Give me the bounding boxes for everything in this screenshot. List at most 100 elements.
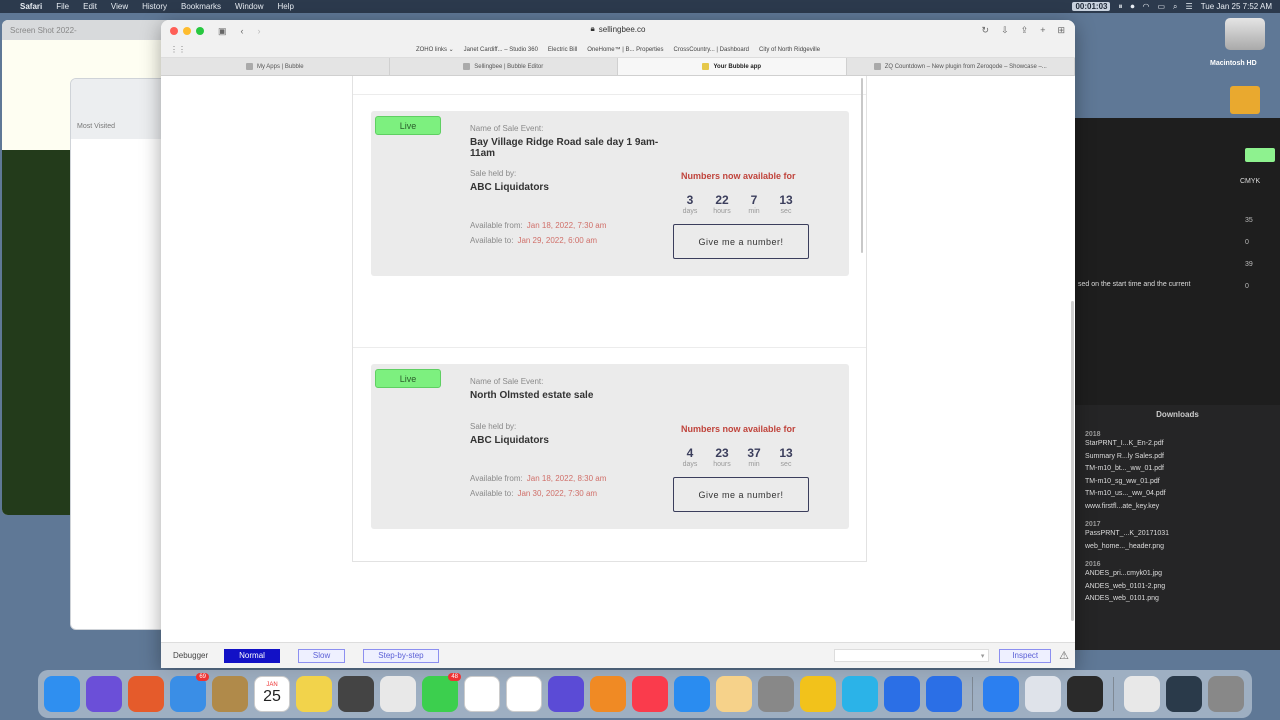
debug-element-select[interactable]: ▾: [834, 649, 990, 662]
finder-window-icon[interactable]: [1025, 676, 1061, 712]
background-browser-window[interactable]: Most Visited: [70, 78, 170, 630]
control-center-icon[interactable]: ☰: [1186, 2, 1193, 11]
folder-icon[interactable]: [1230, 86, 1260, 114]
debug-normal-button[interactable]: Normal: [224, 648, 280, 663]
reload-icon[interactable]: ↻: [982, 25, 990, 36]
hard-drive-icon[interactable]: [1225, 18, 1265, 50]
screenshot-icon[interactable]: [338, 676, 374, 712]
menu-edit[interactable]: Edit: [83, 2, 97, 11]
share-icon[interactable]: ⇪: [1021, 25, 1029, 36]
download-file[interactable]: StarPRNT_I...K_En-2.pdf: [1075, 438, 1280, 451]
tab-label: Your Bubble app: [713, 63, 762, 70]
countdown-value: 3: [686, 193, 694, 207]
menu-clock[interactable]: Tue Jan 25 7:52 AM: [1201, 2, 1272, 11]
music-icon[interactable]: [632, 676, 668, 712]
launchpad-icon[interactable]: [128, 676, 164, 712]
download-file[interactable]: Summary R...ly Sales.pdf: [1075, 451, 1280, 464]
screen-add-icon[interactable]: [926, 676, 962, 712]
favorite-link[interactable]: Janet Cardiff... – Studio 360: [464, 47, 538, 53]
fullscreen-window-icon[interactable]: [196, 27, 204, 35]
tab-overview-icon[interactable]: ⊞: [1057, 25, 1065, 36]
close-window-icon[interactable]: [170, 27, 178, 35]
recording-timer[interactable]: 00:01:03: [1072, 2, 1111, 11]
give-number-button[interactable]: Give me a number!: [673, 224, 809, 259]
download-file[interactable]: TM-m10_sg_ww_01.pdf: [1075, 476, 1280, 489]
notes-icon[interactable]: [296, 676, 332, 712]
download-file[interactable]: ANDES_pri...cmyk01.jpg: [1075, 568, 1280, 581]
event-name: Bay Village Ridge Road sale day 1 9am-11…: [470, 137, 659, 159]
download-file[interactable]: web_home..._header.png: [1075, 541, 1280, 554]
favorite-link[interactable]: CrossCountry... | Dashboard: [674, 47, 749, 53]
new-tab-icon[interactable]: +: [1040, 25, 1045, 36]
events-list-panel: Live Name of Sale Event: Bay Village Rid…: [352, 76, 867, 562]
wifi-icon[interactable]: ◠: [1142, 2, 1149, 11]
photos-icon[interactable]: [380, 676, 416, 712]
tab-my-apps[interactable]: My Apps | Bubble: [161, 58, 390, 75]
zoom-icon[interactable]: [1067, 676, 1103, 712]
contacts-icon[interactable]: [212, 676, 248, 712]
favorite-link[interactable]: ZOHO links ⌄: [416, 46, 454, 53]
pages-icon[interactable]: [716, 676, 752, 712]
download-icon[interactable]: ⇩: [1001, 25, 1009, 36]
document-stack-icon[interactable]: [1124, 676, 1160, 712]
debug-slow-button[interactable]: Slow: [297, 648, 346, 663]
favorite-link[interactable]: OneHome™ | B... Properties: [587, 47, 663, 53]
tab-your-bubble-app[interactable]: Your Bubble app: [618, 58, 847, 75]
pause-icon[interactable]: ⏸: [1118, 2, 1122, 12]
inspect-button[interactable]: Inspect: [999, 648, 1052, 663]
page-scrollbar[interactable]: [1071, 301, 1074, 621]
download-file[interactable]: TM-m10_bt..._ww_01.pdf: [1075, 463, 1280, 476]
finder-icon[interactable]: [44, 676, 80, 712]
downloads-window[interactable]: Downloads 2018 StarPRNT_I...K_En-2.pdf S…: [1075, 405, 1280, 650]
menu-view[interactable]: View: [111, 2, 128, 11]
safari-icon[interactable]: [983, 676, 1019, 712]
download-file[interactable]: ANDES_web_0101-2.png: [1075, 581, 1280, 594]
menu-bookmarks[interactable]: Bookmarks: [181, 2, 221, 11]
calendar-icon[interactable]: JAN 25: [254, 676, 290, 712]
menu-history[interactable]: History: [142, 2, 167, 11]
debug-step-button[interactable]: Step-by-step: [363, 648, 439, 663]
address-bar[interactable]: 🔒︎ sellingbee.co: [591, 24, 646, 34]
tab-bubble-editor[interactable]: Sellingbee | Bubble Editor: [390, 58, 618, 75]
app-icon[interactable]: [842, 676, 878, 712]
favorite-link[interactable]: City of North Ridgeville: [759, 47, 820, 53]
download-file[interactable]: ANDES_web_0101.png: [1075, 593, 1280, 606]
give-number-button[interactable]: Give me a number!: [673, 477, 809, 512]
window-controls: [170, 27, 204, 35]
siri-icon[interactable]: [86, 676, 122, 712]
menu-file[interactable]: File: [56, 2, 69, 11]
window-stack-icon[interactable]: [1166, 676, 1202, 712]
download-file[interactable]: PassPRNT_...K_20171031: [1075, 528, 1280, 541]
imovie-icon[interactable]: [548, 676, 584, 712]
trash-icon[interactable]: [1208, 676, 1244, 712]
messages-icon[interactable]: 48: [422, 673, 461, 712]
back-icon[interactable]: ‹: [241, 26, 244, 36]
sidebar-toggle-icon[interactable]: ▣: [218, 26, 227, 37]
screen-capture-icon[interactable]: [884, 676, 920, 712]
forward-icon[interactable]: ›: [258, 26, 261, 36]
app-store-icon[interactable]: [674, 676, 710, 712]
available-to-label: Available to:: [470, 489, 514, 498]
held-by-label: Sale held by:: [470, 422, 517, 431]
minimize-window-icon[interactable]: [183, 27, 191, 35]
numbers-icon[interactable]: [506, 676, 542, 712]
chrome-icon[interactable]: [800, 676, 836, 712]
tab-zq-countdown[interactable]: ZQ Countdown – New plugin from Zeroqode …: [847, 58, 1075, 75]
favorite-link[interactable]: Electric Bill: [548, 47, 577, 53]
download-file[interactable]: www.firstfl...ate_key.key: [1075, 501, 1280, 514]
menu-app-name[interactable]: Safari: [20, 2, 42, 11]
stocks-icon[interactable]: [464, 676, 500, 712]
menu-help[interactable]: Help: [277, 2, 293, 11]
firefox-icon[interactable]: [590, 676, 626, 712]
favorites-grid-icon[interactable]: ⋮⋮: [170, 45, 186, 54]
panel-scrollbar[interactable]: [861, 78, 863, 253]
mail-icon[interactable]: 69: [170, 673, 209, 712]
download-file[interactable]: TM-m10_us..._ww_04.pdf: [1075, 488, 1280, 501]
battery-icon[interactable]: ▭: [1157, 2, 1165, 11]
background-app-panel[interactable]: CMYK 35 0 39 0 sed on the start time and…: [1075, 118, 1280, 408]
menu-window[interactable]: Window: [235, 2, 263, 11]
search-icon[interactable]: ⌕: [1173, 2, 1177, 12]
system-preferences-icon[interactable]: [758, 676, 794, 712]
record-stop-icon[interactable]: ⏺: [1130, 2, 1134, 12]
warning-icon[interactable]: ⚠: [1059, 649, 1069, 662]
